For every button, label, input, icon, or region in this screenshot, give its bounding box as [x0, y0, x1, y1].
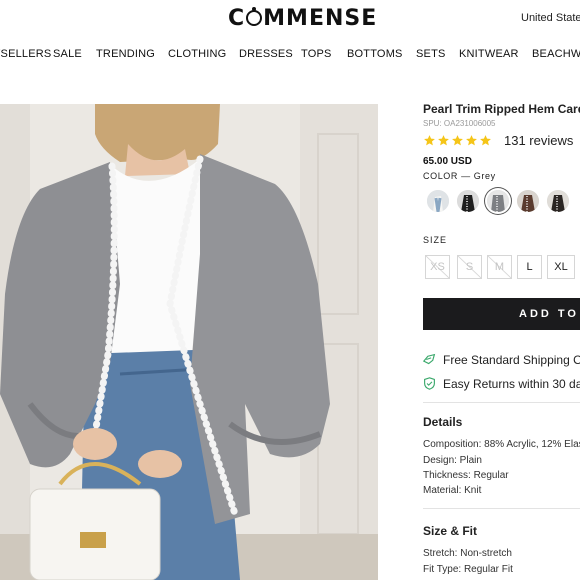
nav-item-clothing[interactable]: CLOTHING	[168, 48, 226, 60]
size-fit-type: Fit Type: Regular Fit	[423, 564, 513, 575]
star-icon	[424, 135, 435, 146]
logo-text-right: MMENSE	[263, 6, 378, 31]
nav-item-trending[interactable]: TRENDING	[96, 48, 155, 60]
nav-item-sale[interactable]: SALE	[53, 48, 82, 60]
site-logo[interactable]: C MMENSE	[228, 6, 377, 31]
product-image[interactable]	[0, 104, 378, 580]
details-material: Material: Knit	[423, 485, 482, 496]
star-icon	[480, 135, 491, 146]
reviews-link[interactable]: 131 reviews	[504, 133, 573, 148]
perk-shipping-text: Free Standard Shipping Over $69	[443, 353, 580, 367]
nav-item-sets[interactable]: SETS	[416, 48, 446, 60]
product-price: 65.00 USD	[423, 156, 472, 167]
swatch-black[interactable]	[457, 190, 479, 212]
site-header: C MMENSE United States	[0, 0, 580, 40]
swatch-grey[interactable]	[487, 190, 509, 212]
details-title[interactable]: Details	[423, 415, 462, 429]
color-label: COLOR — Grey	[423, 171, 496, 181]
star-icon	[438, 135, 449, 146]
rating-stars[interactable]	[423, 132, 493, 148]
divider	[423, 508, 580, 509]
swatch-white[interactable]	[427, 190, 449, 212]
swatch-brown[interactable]	[517, 190, 539, 212]
nav-item-bestsellers[interactable]: BESTSELLERS	[0, 48, 51, 60]
swatch-black-2[interactable]	[547, 190, 569, 212]
nav-item-knitwear[interactable]: KNITWEAR	[459, 48, 519, 60]
logo-text-left: C	[228, 6, 246, 31]
size-option-xs[interactable]: XS	[425, 255, 450, 279]
product-spu: SPU: OA231006005	[423, 119, 496, 128]
size-option-m[interactable]: M	[487, 255, 512, 279]
size-option-s[interactable]: S	[457, 255, 482, 279]
nav-item-beachwear[interactable]: BEACHWEAR	[532, 48, 580, 60]
product-info: Pearl Trim Ripped Hem Cardigan SPU: OA23…	[423, 100, 580, 580]
details-thickness: Thickness: Regular	[423, 470, 509, 481]
perk-returns-text: Easy Returns within 30 days	[443, 377, 580, 391]
shipping-icon	[423, 353, 436, 365]
logo-ring-icon	[246, 7, 263, 26]
star-icon	[452, 135, 463, 146]
size-option-l[interactable]: L	[517, 255, 542, 279]
nav-item-tops[interactable]: TOPS	[301, 48, 332, 60]
product-title: Pearl Trim Ripped Hem Cardigan	[423, 102, 580, 116]
nav-item-bottoms[interactable]: BOTTOMS	[347, 48, 403, 60]
add-to-cart-button[interactable]: ADD TO CART	[423, 298, 580, 330]
nav-item-dresses[interactable]: DRESSES	[239, 48, 293, 60]
main-nav: BESTSELLERS SALE TRENDING CLOTHING DRESS…	[0, 48, 580, 66]
size-fit-stretch: Stretch: Non-stretch	[423, 548, 512, 559]
divider	[423, 402, 580, 403]
size-fit-title[interactable]: Size & Fit	[423, 524, 477, 538]
details-composition: Composition: 88% Acrylic, 12% Elastane	[423, 439, 580, 450]
shield-check-icon	[424, 377, 435, 390]
star-icon	[466, 135, 477, 146]
details-design: Design: Plain	[423, 455, 482, 466]
size-option-xl[interactable]: XL	[547, 255, 575, 279]
region-selector[interactable]: United States	[521, 12, 580, 24]
size-label: SIZE	[423, 235, 448, 245]
